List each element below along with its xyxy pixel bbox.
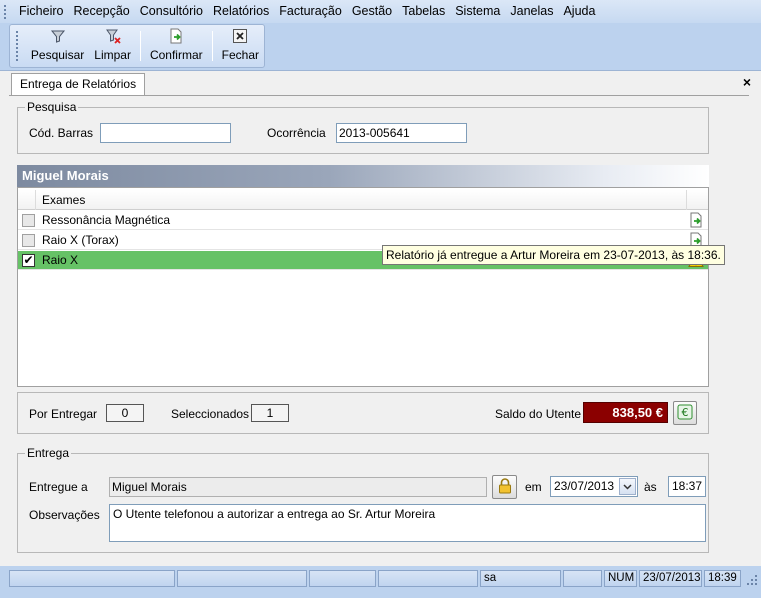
balance-value: 838,50 € bbox=[583, 402, 668, 423]
exam-name: Ressonância Magnética bbox=[42, 213, 171, 227]
delivery-group: Entrega Entregue a Miguel Morais em 23/0… bbox=[17, 446, 709, 553]
toolbar-separator bbox=[139, 31, 141, 61]
document-arrow-icon[interactable] bbox=[688, 212, 704, 228]
toolbar: Pesquisar Limpar Confirmar Fechar bbox=[9, 24, 265, 68]
status-panel-empty bbox=[563, 570, 602, 587]
exams-grid-header: Exames bbox=[18, 190, 708, 210]
clear-button[interactable]: Limpar bbox=[89, 25, 136, 67]
tab-entrega-relatorios[interactable]: Entrega de Relatórios bbox=[11, 73, 146, 95]
delivery-time-input[interactable]: 18:37 bbox=[668, 476, 706, 497]
menu-recepcao[interactable]: Recepção bbox=[68, 0, 134, 23]
menu-facturacao[interactable]: Facturação bbox=[274, 0, 347, 23]
table-row[interactable]: Ressonância Magnética bbox=[18, 211, 708, 230]
lock-icon bbox=[497, 477, 513, 497]
occurrence-input[interactable]: 2013-005641 bbox=[336, 123, 467, 143]
svg-text:€: € bbox=[682, 406, 689, 419]
delivered-to-input[interactable]: Miguel Morais bbox=[109, 477, 487, 497]
content-area: Pesquisa Cód. Barras Ocorrência 2013-005… bbox=[9, 95, 749, 565]
header-action-cell bbox=[686, 190, 708, 210]
document-panel: Entrega de Relatórios × Pesquisa Cód. Ba… bbox=[0, 70, 761, 566]
exams-column-header[interactable]: Exames bbox=[42, 193, 85, 207]
pending-count: 0 bbox=[106, 404, 144, 422]
status-date: 23/07/2013 bbox=[639, 570, 702, 587]
header-checkbox-cell bbox=[18, 190, 36, 210]
delivery-tooltip: Relatório já entregue a Artur Moreira em… bbox=[382, 245, 725, 265]
exams-grid: Exames Ressonância Magnética Raio X (Tor… bbox=[17, 187, 709, 387]
confirm-button-label: Confirmar bbox=[149, 48, 203, 62]
menu-bar: Ficheiro Recepção Consultório Relatórios… bbox=[0, 0, 761, 23]
close-button-label: Fechar bbox=[221, 48, 259, 62]
menu-ajuda[interactable]: Ajuda bbox=[558, 0, 600, 23]
balance-label: Saldo do Utente bbox=[495, 407, 582, 421]
pending-label: Por Entregar bbox=[29, 407, 98, 421]
search-button[interactable]: Pesquisar bbox=[26, 25, 89, 67]
date-on-label: em bbox=[525, 480, 542, 494]
status-panel-empty bbox=[9, 570, 175, 587]
occurrence-label: Ocorrência bbox=[267, 126, 326, 140]
status-num-lock: NUM bbox=[604, 570, 637, 587]
selected-count: 1 bbox=[251, 404, 289, 422]
menu-consultorio[interactable]: Consultório bbox=[135, 0, 208, 23]
patient-name-header: Miguel Morais bbox=[17, 165, 709, 187]
payment-button[interactable]: € bbox=[673, 401, 697, 425]
status-bar: sa NUM 23/07/2013 18:39 bbox=[0, 566, 761, 598]
confirm-button[interactable]: Confirmar bbox=[145, 25, 208, 67]
resize-grip-icon[interactable] bbox=[746, 574, 758, 586]
exam-name: Raio X bbox=[42, 253, 79, 267]
time-at-label: às bbox=[644, 480, 657, 494]
menu-sistema[interactable]: Sistema bbox=[450, 0, 505, 23]
delivery-date-value: 23/07/2013 bbox=[554, 479, 615, 493]
document-arrow-icon bbox=[168, 28, 184, 44]
selected-label: Seleccionados bbox=[171, 407, 250, 421]
menu-tabelas[interactable]: Tabelas bbox=[397, 0, 450, 23]
tab-close-icon[interactable]: × bbox=[743, 74, 751, 90]
status-panel-empty bbox=[378, 570, 478, 587]
notes-textarea[interactable]: O Utente telefonou a autorizar a entrega… bbox=[109, 504, 706, 542]
status-panel-empty bbox=[309, 570, 376, 587]
barcode-input[interactable] bbox=[100, 123, 231, 143]
menu-ficheiro[interactable]: Ficheiro bbox=[14, 0, 68, 23]
menu-grip bbox=[4, 4, 8, 19]
barcode-label: Cód. Barras bbox=[29, 126, 94, 140]
search-group: Pesquisa Cód. Barras Ocorrência 2013-005… bbox=[17, 100, 709, 154]
status-time: 18:39 bbox=[704, 570, 741, 587]
search-group-title: Pesquisa bbox=[25, 100, 79, 114]
unlock-button[interactable] bbox=[492, 475, 517, 499]
chevron-down-icon[interactable] bbox=[619, 478, 636, 495]
clear-button-label: Limpar bbox=[94, 48, 131, 62]
menu-gestao[interactable]: Gestão bbox=[347, 0, 397, 23]
funnel-icon bbox=[50, 28, 66, 44]
delivery-date-picker[interactable]: 23/07/2013 bbox=[550, 476, 638, 497]
search-button-label: Pesquisar bbox=[30, 48, 85, 62]
funnel-clear-icon bbox=[105, 28, 121, 44]
toolbar-separator bbox=[211, 31, 213, 61]
menu-janelas[interactable]: Janelas bbox=[505, 0, 558, 23]
status-user: sa bbox=[480, 570, 561, 587]
exam-name: Raio X (Torax) bbox=[42, 233, 119, 247]
row-checkbox-checked[interactable]: ✔ bbox=[22, 254, 35, 267]
close-button[interactable]: Fechar bbox=[217, 25, 264, 67]
menu-relatorios[interactable]: Relatórios bbox=[208, 0, 274, 23]
notes-label: Observações bbox=[29, 508, 100, 522]
row-checkbox[interactable] bbox=[22, 234, 35, 247]
toolbar-grip bbox=[16, 31, 20, 61]
delivery-group-title: Entrega bbox=[25, 446, 72, 460]
delivered-to-label: Entregue a bbox=[29, 480, 88, 494]
close-box-icon bbox=[232, 28, 248, 44]
summary-panel: Por Entregar 0 Seleccionados 1 Saldo do … bbox=[17, 392, 709, 434]
row-checkbox[interactable] bbox=[22, 214, 35, 227]
euro-icon: € bbox=[677, 404, 693, 423]
status-panel-empty bbox=[177, 570, 307, 587]
